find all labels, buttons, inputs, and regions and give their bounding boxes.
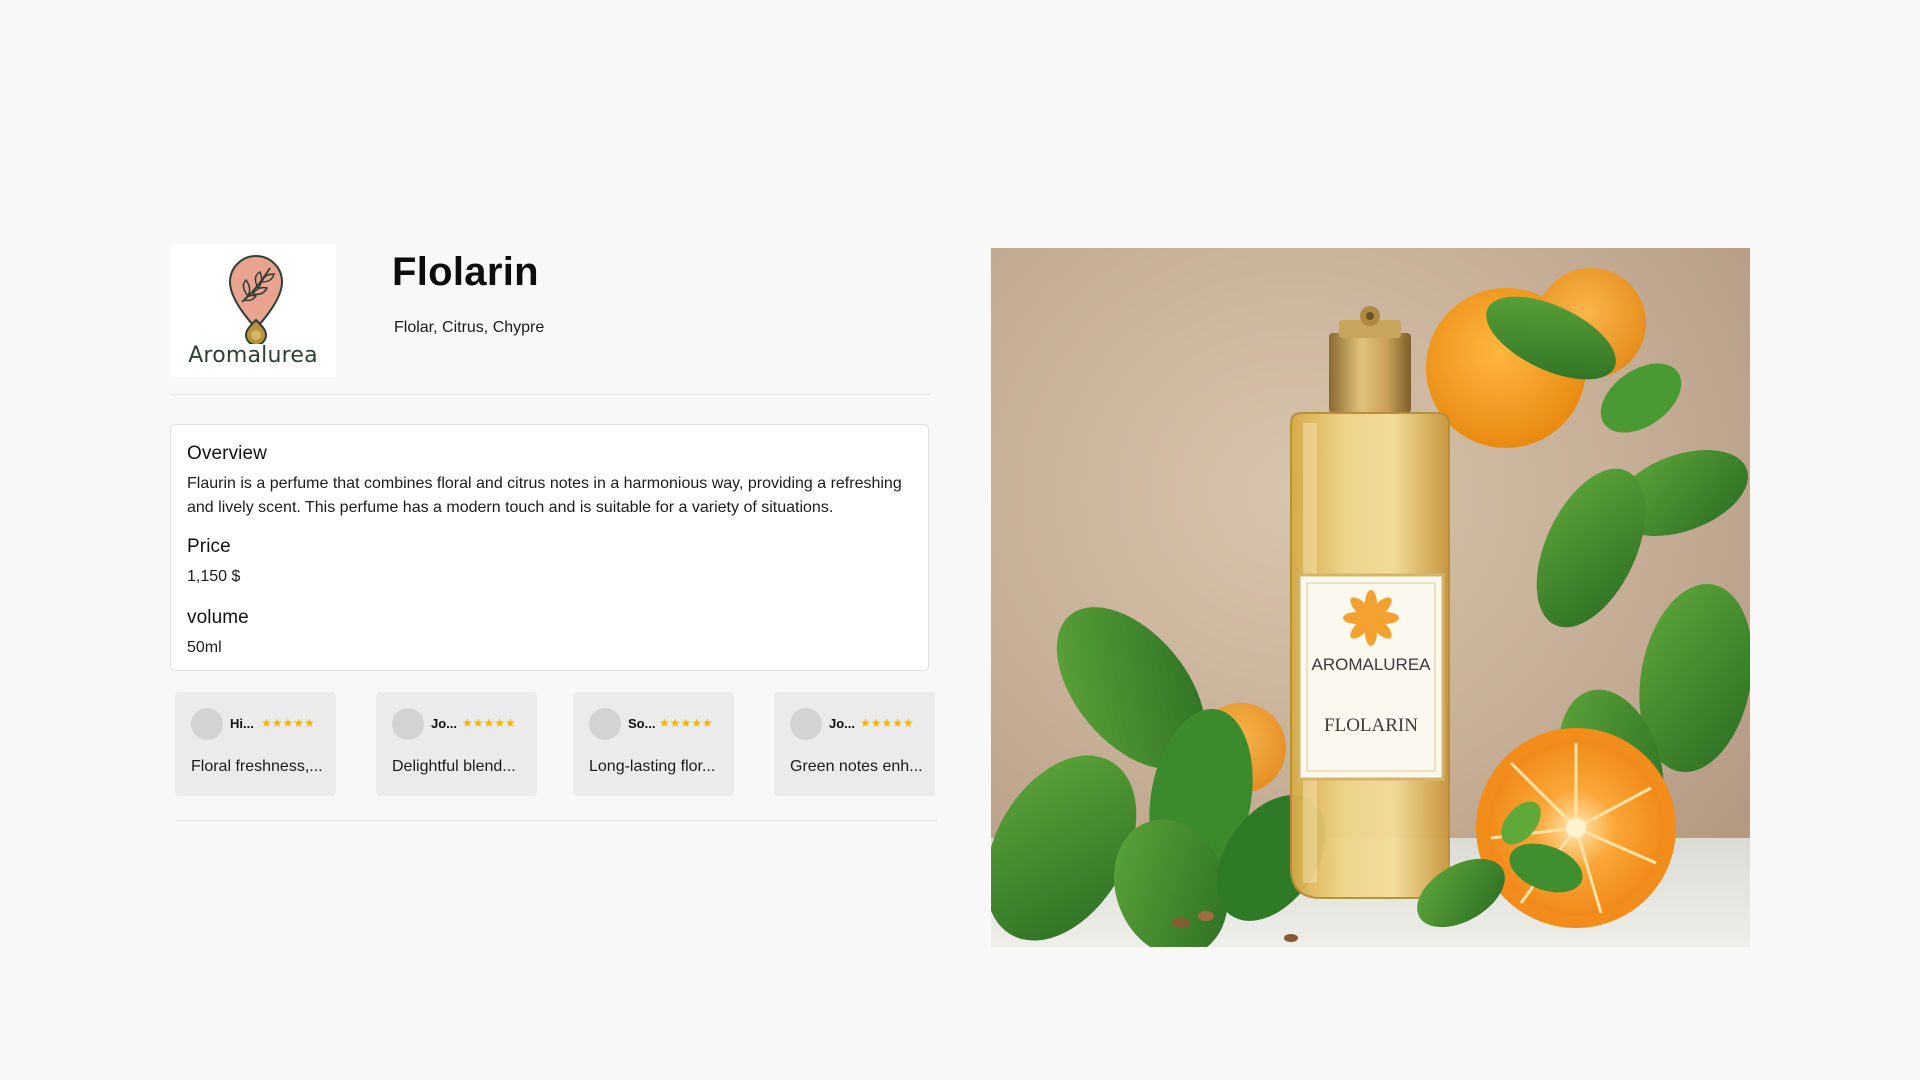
avatar (790, 708, 822, 740)
avatar (589, 708, 621, 740)
divider (170, 394, 931, 395)
star-rating-icon: ★★★★★ (659, 716, 713, 730)
brand-logo[interactable]: Aromalurea (170, 244, 336, 377)
review-author: Jo... (431, 716, 458, 731)
price-heading: Price (187, 536, 231, 557)
product-title: Flolarin (392, 250, 539, 294)
review-author: So... (628, 716, 656, 731)
product-image: AROMALUREA FLOLARIN (991, 248, 1750, 947)
product-notes: Flolar, Citrus, Chypre (394, 319, 545, 336)
price-section: Price 1,150 $ (187, 536, 912, 589)
overview-text: Flaurin is a perfume that combines flora… (187, 475, 902, 516)
volume-value: 50ml (187, 639, 222, 656)
overview-heading: Overview (187, 443, 267, 464)
star-rating-icon: ★★★★★ (462, 716, 516, 730)
review-card[interactable]: Jo... ★★★★★ Delightful blend... (376, 692, 537, 796)
product-info-card: Overview Flaurin is a perfume that combi… (170, 424, 929, 671)
review-card[interactable]: Hi... ★★★★★ Floral freshness,... (175, 692, 336, 796)
review-author: Jo... (829, 716, 856, 731)
perfume-bottle-image: AROMALUREA FLOLARIN (991, 248, 1750, 947)
review-text: Green notes enh... (790, 758, 923, 775)
volume-section: volume 50ml (187, 607, 912, 660)
review-card[interactable]: Jo... ★★★★★ Green notes enh... (774, 692, 935, 796)
product-page: Aromalurea Flolarin Flolar, Citrus, Chyp… (0, 0, 1920, 1080)
bottle-label-name: FLOLARIN (1324, 715, 1418, 736)
review-text: Delightful blend... (392, 758, 516, 775)
avatar (392, 708, 424, 740)
bottle-label-brand: AROMALUREA (1311, 655, 1431, 674)
review-card[interactable]: So... ★★★★★ Long-lasting flor... (573, 692, 734, 796)
divider (176, 820, 937, 821)
brand-name: Aromalurea (188, 343, 318, 368)
leaf-drop-logo-icon (228, 255, 284, 344)
price-value: 1,150 $ (187, 568, 241, 585)
review-text: Long-lasting flor... (589, 758, 716, 775)
overview-section: Overview Flaurin is a perfume that combi… (187, 443, 912, 520)
star-rating-icon: ★★★★★ (860, 716, 914, 730)
reviews-list: Hi... ★★★★★ Floral freshness,... Jo... ★… (175, 692, 937, 796)
review-author: Hi... (230, 716, 254, 731)
avatar (191, 708, 223, 740)
volume-heading: volume (187, 607, 249, 628)
review-text: Floral freshness,... (191, 758, 323, 775)
star-rating-icon: ★★★★★ (261, 716, 315, 730)
